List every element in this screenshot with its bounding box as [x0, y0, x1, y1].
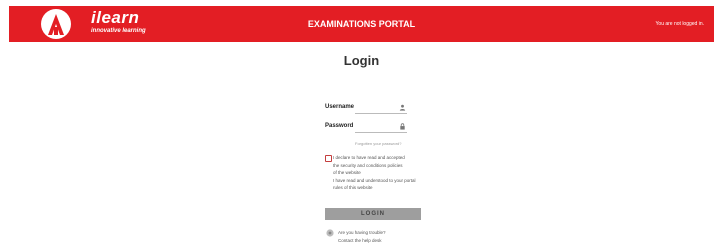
login-status: You are not logged in. [655, 21, 704, 27]
brand-tagline: innovative learning [91, 28, 146, 34]
terms-line: I have read and understood to your porta… [333, 177, 416, 183]
terms-checkbox[interactable] [325, 155, 332, 162]
forgot-password-link[interactable]: Forgotten your password? [355, 141, 401, 146]
login-button[interactable]: LOGIN [325, 208, 421, 220]
user-icon [399, 104, 406, 111]
help-link[interactable]: Are you having trouble? [338, 229, 386, 237]
terms-line: the security and conditions policies [333, 162, 403, 168]
username-label: Username [325, 104, 355, 110]
password-label: Password [325, 123, 354, 129]
lock-icon [400, 123, 405, 130]
terms-line: of the website [333, 170, 361, 175]
terms-text: I declare to have read and accepted the … [333, 154, 425, 192]
header-bar: ilearn innovative learning EXAMINATIONS … [9, 6, 714, 42]
help-line: Contact the help desk [338, 238, 382, 243]
terms-line: rules of this website [333, 185, 373, 190]
terms-line: I declare to have read and accepted [333, 155, 405, 160]
login-heading: Login [343, 53, 380, 68]
help-text: Are you having trouble? Contact the help… [338, 229, 386, 245]
portal-title: EXAMINATIONS PORTAL [307, 19, 416, 29]
page: ilearn innovative learning EXAMINATIONS … [0, 0, 723, 250]
help-icon[interactable] [326, 229, 334, 237]
